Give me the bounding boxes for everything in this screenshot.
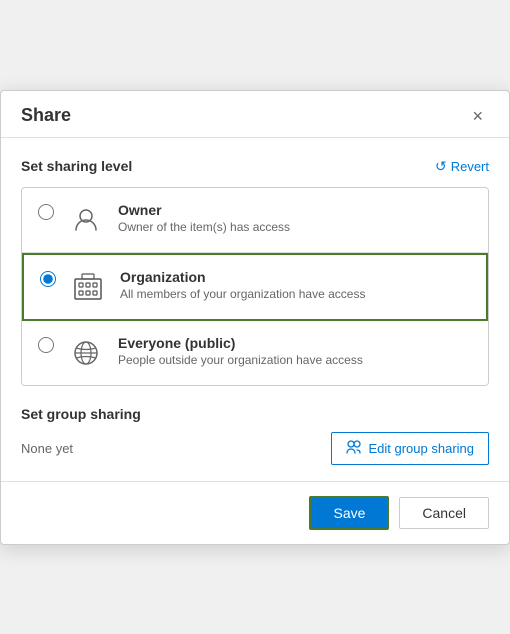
radio-owner[interactable] bbox=[38, 204, 54, 220]
share-dialog: Share × Set sharing level ↺ Revert bbox=[0, 90, 510, 545]
none-yet-label: None yet bbox=[21, 441, 73, 456]
group-sharing-section: Set group sharing None yet Edit group sh… bbox=[21, 406, 489, 481]
dialog-body: Set sharing level ↺ Revert Own bbox=[1, 138, 509, 481]
radio-wrapper-everyone bbox=[38, 337, 54, 358]
edit-group-sharing-button[interactable]: Edit group sharing bbox=[331, 432, 489, 465]
option-owner[interactable]: Owner Owner of the item(s) has access bbox=[22, 188, 488, 253]
save-button[interactable]: Save bbox=[309, 496, 389, 530]
organization-icon bbox=[70, 269, 106, 305]
revert-button[interactable]: ↺ Revert bbox=[435, 158, 489, 175]
owner-desc: Owner of the item(s) has access bbox=[118, 220, 472, 234]
dialog-header: Share × bbox=[1, 91, 509, 138]
dialog-title: Share bbox=[21, 105, 71, 126]
owner-text: Owner Owner of the item(s) has access bbox=[118, 202, 472, 234]
organization-desc: All members of your organization have ac… bbox=[120, 287, 470, 301]
radio-everyone[interactable] bbox=[38, 337, 54, 353]
everyone-icon bbox=[68, 335, 104, 371]
radio-organization[interactable] bbox=[40, 271, 56, 287]
revert-label: Revert bbox=[451, 159, 489, 174]
cancel-button[interactable]: Cancel bbox=[399, 497, 489, 529]
group-sharing-title: Set group sharing bbox=[21, 406, 489, 422]
radio-wrapper-owner bbox=[38, 204, 54, 225]
everyone-desc: People outside your organization have ac… bbox=[118, 353, 472, 367]
sharing-level-title: Set sharing level bbox=[21, 158, 132, 174]
edit-group-icon bbox=[346, 439, 362, 458]
organization-label: Organization bbox=[120, 269, 470, 285]
close-button[interactable]: × bbox=[466, 105, 489, 127]
option-everyone[interactable]: Everyone (public) People outside your or… bbox=[22, 321, 488, 385]
everyone-text: Everyone (public) People outside your or… bbox=[118, 335, 472, 367]
radio-wrapper-org bbox=[40, 271, 56, 292]
organization-text: Organization All members of your organiz… bbox=[120, 269, 470, 301]
revert-icon: ↺ bbox=[435, 158, 447, 175]
group-sharing-content: None yet Edit group sharing bbox=[21, 432, 489, 465]
sharing-level-header: Set sharing level ↺ Revert bbox=[21, 158, 489, 175]
everyone-label: Everyone (public) bbox=[118, 335, 472, 351]
owner-label: Owner bbox=[118, 202, 472, 218]
dialog-footer: Save Cancel bbox=[1, 481, 509, 544]
sharing-options-container: Owner Owner of the item(s) has access bbox=[21, 187, 489, 386]
edit-group-label: Edit group sharing bbox=[368, 441, 474, 456]
owner-icon bbox=[68, 202, 104, 238]
option-organization[interactable]: Organization All members of your organiz… bbox=[22, 253, 488, 321]
